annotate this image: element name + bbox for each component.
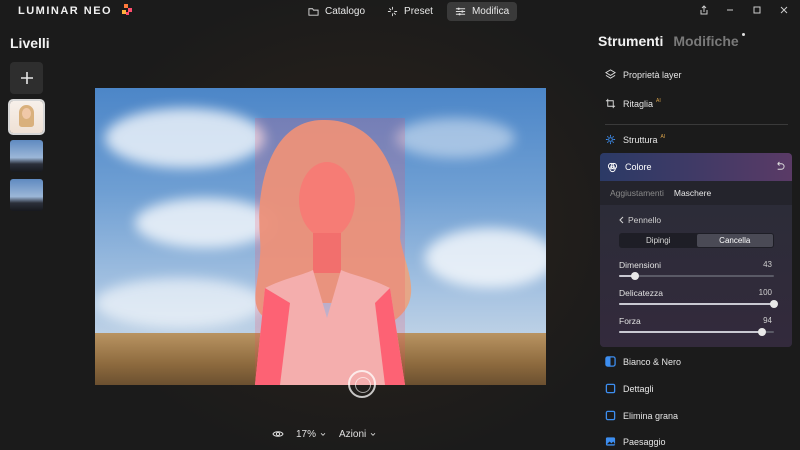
color-tool-header[interactable]: Colore: [600, 153, 792, 181]
subject-mask-overlay: [255, 118, 412, 385]
slider-size[interactable]: [619, 272, 774, 280]
tab-catalogo-label: Catalogo: [325, 6, 366, 17]
tool-label: Elimina grana: [623, 410, 679, 421]
plus-icon: [20, 72, 33, 84]
brush-mode-toggle: Dipingi Cancella: [619, 233, 774, 248]
slider-fill: [619, 331, 762, 333]
actions-label: Azioni: [339, 428, 367, 440]
add-layer-button[interactable]: [10, 62, 43, 94]
layer-thumb-sky-1[interactable]: [10, 140, 43, 172]
back-to-masks-link[interactable]: Pennello: [618, 215, 661, 225]
folder-icon: [308, 8, 319, 16]
layer-thumb-portrait[interactable]: [8, 99, 45, 135]
minimize-button[interactable]: [723, 4, 737, 16]
tool-label: Proprietà layer: [623, 69, 682, 80]
back-label: Pennello: [628, 215, 662, 225]
main-nav: Catalogo Preset Modifica: [300, 2, 518, 21]
tool-landscape[interactable]: Paesaggio: [605, 436, 666, 447]
logo-mark-icon: [122, 4, 132, 15]
slider-softness-value: 100: [758, 288, 772, 297]
layers-title: Livelli: [10, 35, 50, 51]
crop-icon: [605, 98, 616, 109]
tool-black-white[interactable]: Bianco & Nero: [605, 356, 681, 367]
subtab-masks[interactable]: Maschere: [674, 188, 711, 198]
landscape-icon: [605, 437, 616, 446]
tool-label: Bianco & Nero: [623, 356, 682, 367]
top-bar: LUMINAR NEO Catalogo Preset Modifica: [0, 0, 800, 22]
slider-strength[interactable]: [619, 328, 774, 336]
ai-badge: AI: [656, 98, 661, 104]
divider: [605, 124, 788, 125]
app-logo: LUMINAR NEO: [18, 5, 113, 17]
sliders-icon: [455, 7, 466, 16]
zoom-dropdown[interactable]: 17%: [296, 429, 327, 440]
minimize-icon: [727, 9, 733, 11]
tool-details[interactable]: Dettagli: [605, 383, 654, 394]
tool-structure[interactable]: Struttura AI: [605, 134, 665, 145]
mode-paint-button[interactable]: Dipingi: [620, 234, 697, 247]
slider-size-value: 43: [763, 260, 772, 269]
slider-knob[interactable]: [770, 300, 778, 308]
ai-badge: AI: [660, 134, 666, 140]
tab-modifica[interactable]: Modifica: [446, 2, 518, 21]
tab-modifiche[interactable]: Modifiche: [673, 33, 746, 49]
actions-dropdown[interactable]: Azioni: [339, 429, 377, 440]
sparkle-icon: [387, 6, 398, 17]
chevron-down-icon: [320, 433, 326, 436]
tool-label: Paesaggio: [623, 436, 666, 447]
tool-crop[interactable]: Ritaglia AI: [605, 98, 661, 109]
reset-icon[interactable]: [774, 161, 785, 172]
tool-label: Dettagli: [623, 383, 654, 394]
slider-softness[interactable]: [619, 300, 778, 308]
preview-toggle[interactable]: [272, 428, 284, 440]
color-subtabs: Aggiustamenti Maschere: [600, 181, 792, 205]
mode-erase-button[interactable]: Cancella: [696, 234, 773, 247]
sky-thumbnail: [10, 179, 43, 211]
slider-softness-label: Delicatezza: [619, 288, 663, 298]
slider-knob[interactable]: [630, 272, 639, 280]
chevron-down-icon: [370, 433, 376, 436]
slider-strength-value: 94: [763, 316, 772, 325]
share-icon: [700, 5, 708, 15]
slider-strength-label: Forza: [619, 316, 641, 326]
layers-icon: [605, 69, 616, 79]
maximize-icon: [753, 6, 761, 14]
chevron-left-icon: [619, 216, 624, 224]
sky-thumbnail: [10, 140, 43, 172]
eye-icon: [272, 431, 284, 437]
tab-strumenti[interactable]: Strumenti: [598, 33, 663, 49]
denoise-icon: [605, 410, 616, 421]
tool-denoise[interactable]: Elimina grana: [605, 410, 678, 421]
subtab-adjustments[interactable]: Aggiustamenti: [610, 188, 664, 198]
tab-preset-label: Preset: [404, 6, 433, 17]
structure-icon: [605, 134, 616, 145]
mask-brush-settings: Pennello Dipingi Cancella Dimensioni 43 …: [600, 205, 792, 347]
panel-tabs: Strumenti Modifiche: [598, 33, 746, 49]
tool-label: Struttura: [623, 134, 658, 145]
color-tool-label: Colore: [625, 162, 652, 172]
color-tool-card: Colore Aggiustamenti Maschere Pennello D…: [600, 153, 792, 347]
tab-catalogo[interactable]: Catalogo: [300, 2, 373, 21]
bottom-bar: 17% Azioni: [272, 428, 377, 440]
photo-canvas[interactable]: [95, 88, 546, 385]
tab-modifica-label: Modifica: [471, 6, 510, 17]
color-wheel-icon: [607, 162, 618, 172]
details-icon: [605, 383, 616, 394]
tab-preset[interactable]: Preset: [379, 2, 441, 21]
black-white-icon: [605, 356, 616, 367]
brush-cursor: [348, 370, 376, 398]
slider-fill: [619, 303, 774, 305]
tool-layer-properties[interactable]: Proprietà layer: [605, 69, 682, 80]
tool-label: Ritaglia: [623, 98, 654, 109]
portrait-thumbnail: [10, 101, 43, 133]
slider-knob[interactable]: [757, 328, 766, 336]
maximize-button[interactable]: [750, 4, 764, 16]
close-button[interactable]: [777, 4, 791, 16]
share-button[interactable]: [697, 4, 711, 16]
close-icon: [780, 6, 788, 14]
slider-size-label: Dimensioni: [619, 260, 662, 270]
zoom-value: 17%: [296, 428, 317, 440]
layer-thumb-sky-2[interactable]: [10, 179, 43, 211]
